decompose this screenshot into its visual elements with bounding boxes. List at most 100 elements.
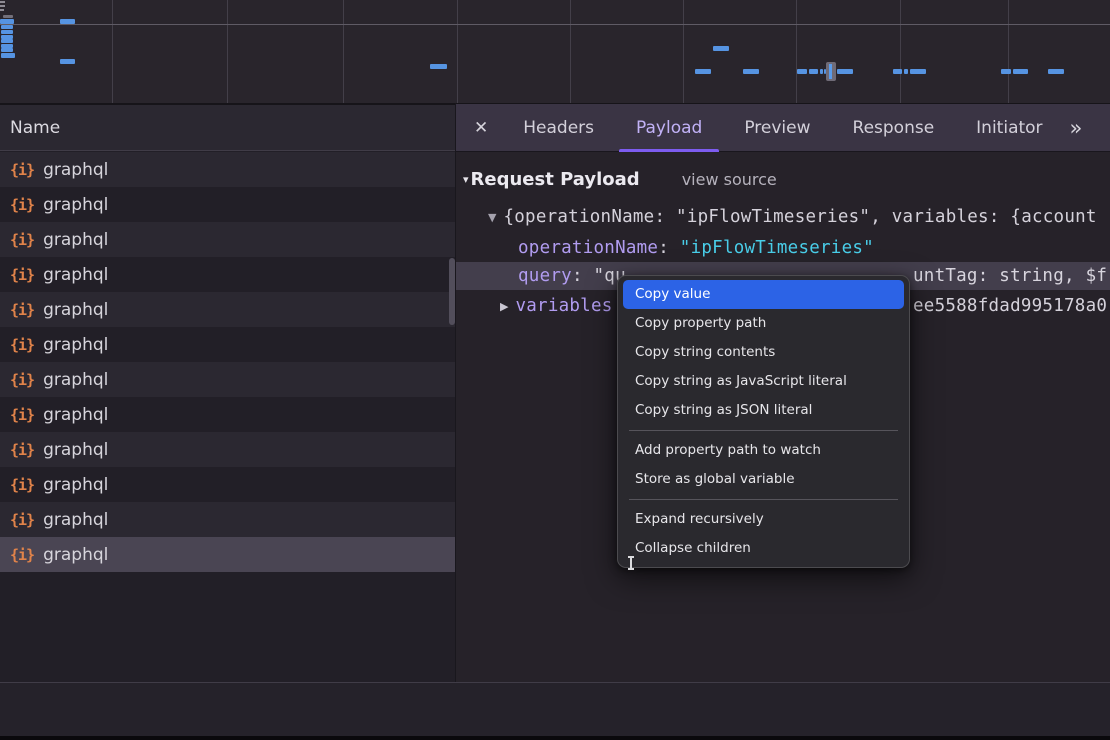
request-payload-section-header[interactable]: ▾ Request Payload view source	[456, 166, 1110, 192]
timeline-request-bar[interactable]	[1, 30, 13, 34]
section-title: Request Payload	[471, 169, 640, 190]
json-fetch-icon: {i}	[10, 161, 34, 179]
request-row[interactable]: {i}graphql	[0, 362, 455, 397]
name-column-header[interactable]: Name	[0, 105, 455, 151]
timeline-total-bar	[3, 15, 13, 18]
json-fetch-icon: {i}	[10, 301, 34, 319]
timeline-request-bar[interactable]	[60, 59, 75, 64]
timeline-request-bar[interactable]	[713, 46, 729, 51]
operation-name-row[interactable]: operationName: "ipFlowTimeseries"	[456, 234, 1110, 262]
status-bar	[0, 683, 1110, 736]
menu-separator	[629, 499, 898, 500]
timeline-request-bar[interactable]	[904, 69, 908, 74]
json-key: query	[518, 266, 572, 286]
menu-item-add-property-path-to-watch[interactable]: Add property path to watch	[623, 436, 904, 465]
json-fetch-icon: {i}	[10, 371, 34, 389]
timeline-request-bar[interactable]	[60, 19, 75, 24]
menu-item-copy-property-path[interactable]: Copy property path	[623, 309, 904, 338]
timeline-gridline-horizontal	[0, 24, 1110, 25]
tab-payload[interactable]: Payload	[615, 104, 723, 152]
timeline-gridline	[683, 0, 684, 103]
tab-label: Preview	[744, 118, 810, 138]
timeline-request-bar[interactable]	[1001, 69, 1011, 74]
menu-item-copy-value[interactable]: Copy value	[623, 280, 904, 309]
tab-response[interactable]: Response	[832, 104, 956, 152]
timeline-request-bar[interactable]	[1048, 69, 1064, 74]
request-list-panel: Name {i}graphql{i}graphql{i}graphql{i}gr…	[0, 105, 455, 682]
request-row[interactable]: {i}graphql	[0, 222, 455, 257]
timeline-edge-tick	[0, 1, 5, 3]
timeline-request-bar[interactable]	[809, 69, 818, 74]
menu-item-store-as-global-variable[interactable]: Store as global variable	[623, 465, 904, 494]
request-name: graphql	[43, 335, 108, 355]
close-icon[interactable]: ✕	[474, 118, 488, 138]
timeline-request-bar[interactable]	[1, 25, 13, 29]
timeline-request-bar[interactable]	[910, 69, 926, 74]
menu-item-expand-recursively[interactable]: Expand recursively	[623, 505, 904, 534]
request-row[interactable]: {i}graphql	[0, 292, 455, 327]
request-list: {i} graphql {i} graphql {i} graphql {i} graphql…	[0, 152, 455, 572]
request-name: graphql	[43, 160, 108, 180]
tab-label: Payload	[636, 118, 702, 138]
request-name: graphql	[43, 265, 108, 285]
timeline-request-bar[interactable]	[0, 19, 14, 24]
request-name: graphql	[43, 475, 108, 495]
request-name: graphql	[43, 510, 108, 530]
name-column-label: Name	[10, 118, 60, 138]
timeline-request-bar[interactable]	[1013, 69, 1028, 74]
timeline-edge-tick	[0, 9, 4, 11]
json-fetch-icon: {i}	[10, 441, 34, 459]
menu-item-copy-string-as-json-literal[interactable]: Copy string as JSON literal	[623, 396, 904, 425]
request-row[interactable]: {i}graphql	[0, 537, 455, 572]
variables-preview-clipped: ee5588fdad995178a0	[913, 296, 1107, 316]
request-row[interactable]: {i} graphql	[0, 432, 455, 467]
timeline-gridline	[227, 0, 228, 103]
request-name: graphql	[43, 195, 108, 215]
request-row[interactable]: {i}graphql	[0, 257, 455, 292]
request-row[interactable]: {i}graphql	[0, 187, 455, 222]
view-source-link[interactable]: view source	[682, 170, 777, 189]
json-string-value: "ipFlowTimeseries"	[680, 238, 874, 258]
text-cursor	[630, 556, 632, 570]
timeline-request-bar[interactable]	[1, 53, 15, 58]
timeline-edge-tick	[0, 5, 5, 7]
timeline-request-bar[interactable]	[743, 69, 759, 74]
timeline-gridline	[457, 0, 458, 103]
tab-headers[interactable]: Headers	[502, 104, 615, 152]
menu-item-collapse-children[interactable]: Collapse children	[623, 534, 904, 563]
timeline-request-bar[interactable]	[1, 39, 13, 43]
devtools-network-panel: Name {i}graphql{i}graphql{i}graphql{i}gr…	[0, 0, 1110, 740]
json-fetch-icon: {i}	[10, 406, 34, 424]
menu-item-copy-string-as-javascript-literal[interactable]: Copy string as JavaScript literal	[623, 367, 904, 396]
network-overview[interactable]	[0, 0, 1110, 105]
timeline-request-bar[interactable]	[1, 48, 13, 52]
tab-strip: Headers Payload Preview ResponseInitiator	[502, 104, 1063, 152]
timeline-request-bar[interactable]	[820, 69, 823, 74]
json-fetch-icon: {i}	[10, 231, 34, 249]
expanded-caret-icon[interactable]: ▼	[488, 211, 496, 224]
json-fetch-icon: {i}	[10, 511, 34, 529]
collapsed-caret-icon[interactable]: ▶	[500, 300, 508, 313]
detail-tab-bar: ✕ Headers Payload Preview ResponseInitiator…	[456, 104, 1110, 152]
timeline-request-bar[interactable]	[430, 64, 447, 69]
json-key: variables	[515, 296, 612, 316]
menu-item-copy-string-contents[interactable]: Copy string contents	[623, 338, 904, 367]
request-row[interactable]: {i} graphql	[0, 152, 455, 187]
more-tabs-icon[interactable]: »	[1070, 116, 1083, 140]
request-row[interactable]: {i} graphql	[0, 502, 455, 537]
tab-preview[interactable]: Preview	[723, 104, 831, 152]
json-string-value-clipped: untTag: string, $f	[913, 266, 1107, 286]
payload-root-row[interactable]: ▼ {operationName: "ipFlowTimeseries", va…	[456, 203, 1110, 231]
timeline-request-bar[interactable]	[695, 69, 711, 74]
timeline-request-bar[interactable]	[893, 69, 902, 74]
timeline-request-bar[interactable]	[837, 69, 853, 74]
key-colon: :	[572, 266, 594, 286]
section-collapse-icon[interactable]: ▾	[463, 173, 469, 186]
request-row[interactable]: {i}graphql	[0, 327, 455, 362]
timeline-request-bar[interactable]	[797, 69, 807, 74]
request-name: graphql	[43, 440, 108, 460]
request-row[interactable]: {i} graphql	[0, 467, 455, 502]
tab-initiator[interactable]: Initiator	[955, 104, 1063, 152]
json-fetch-icon: {i}	[10, 476, 34, 494]
request-row[interactable]: {i}graphql	[0, 397, 455, 432]
